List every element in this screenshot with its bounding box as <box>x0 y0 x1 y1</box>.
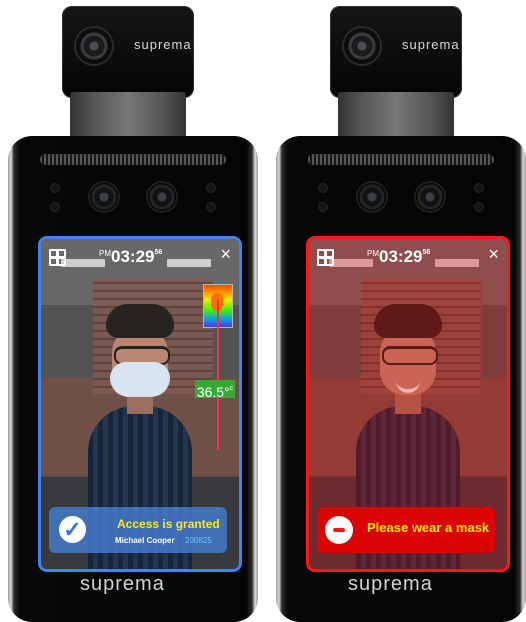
mask-warning-message: Please wear a mask <box>317 507 495 553</box>
access-message: ✓ Access is granted Michael Cooper 20082… <box>49 507 227 553</box>
left-sensor-top <box>51 184 59 192</box>
right-camera-lens <box>416 183 444 211</box>
left-camera-lens <box>90 183 118 211</box>
left-sensor-top <box>319 184 327 192</box>
speaker-grille <box>308 154 494 165</box>
left-camera-lens <box>358 183 386 211</box>
camera-lens-icon <box>344 28 380 64</box>
clock: PM03:2956 <box>367 247 431 266</box>
right-sensor-top <box>475 184 483 192</box>
right-camera-lens <box>148 183 176 211</box>
right-sensor-bottom <box>475 203 483 211</box>
device-mask-warning: suprema PM03:2956 × Please wear a mask s… <box>276 0 526 622</box>
temperature-scale <box>217 300 219 450</box>
right-sensor-bottom <box>207 203 215 211</box>
mask-warning-text: Please wear a mask <box>367 520 490 535</box>
device-access-granted: suprema PM03:2956 × 36.5°c ✓ Access is g… <box>8 0 258 622</box>
user-name: Michael Cooper <box>115 536 175 545</box>
ceiling-light-right <box>167 259 211 267</box>
speaker-grille <box>40 154 226 165</box>
grid-icon[interactable] <box>49 249 66 266</box>
user-id: 200825 <box>185 536 212 545</box>
mask-warning-screen: PM03:2956 × Please wear a mask <box>306 236 510 572</box>
brand-logo-top: suprema <box>402 37 460 52</box>
top-camera-module: suprema <box>62 6 194 98</box>
hair <box>106 304 174 338</box>
camera-lens-icon <box>76 28 112 64</box>
device-body: PM03:2956 × Please wear a mask suprema <box>276 136 526 622</box>
brand-logo-top: suprema <box>134 37 192 52</box>
face-mask <box>110 362 170 397</box>
left-sensor-bottom <box>51 203 59 211</box>
access-granted-text: Access is granted <box>117 517 220 531</box>
temperature-badge: 36.5°c <box>195 380 235 400</box>
device-neck <box>338 92 454 138</box>
left-sensor-bottom <box>319 203 327 211</box>
mask-warning-icon <box>325 516 353 544</box>
check-circle-icon: ✓ <box>59 516 86 543</box>
top-camera-module: suprema <box>330 6 462 98</box>
right-sensor-top <box>207 184 215 192</box>
close-icon[interactable]: × <box>220 245 231 263</box>
clock: PM03:2956 <box>99 247 163 266</box>
brand-logo-bottom: suprema <box>348 573 433 595</box>
brand-logo-bottom: suprema <box>80 573 165 595</box>
grid-icon[interactable] <box>317 249 334 266</box>
device-neck <box>70 92 186 138</box>
device-body: PM03:2956 × 36.5°c ✓ Access is granted M… <box>8 136 258 622</box>
access-screen: PM03:2956 × 36.5°c ✓ Access is granted M… <box>38 236 242 572</box>
close-icon[interactable]: × <box>488 245 499 263</box>
